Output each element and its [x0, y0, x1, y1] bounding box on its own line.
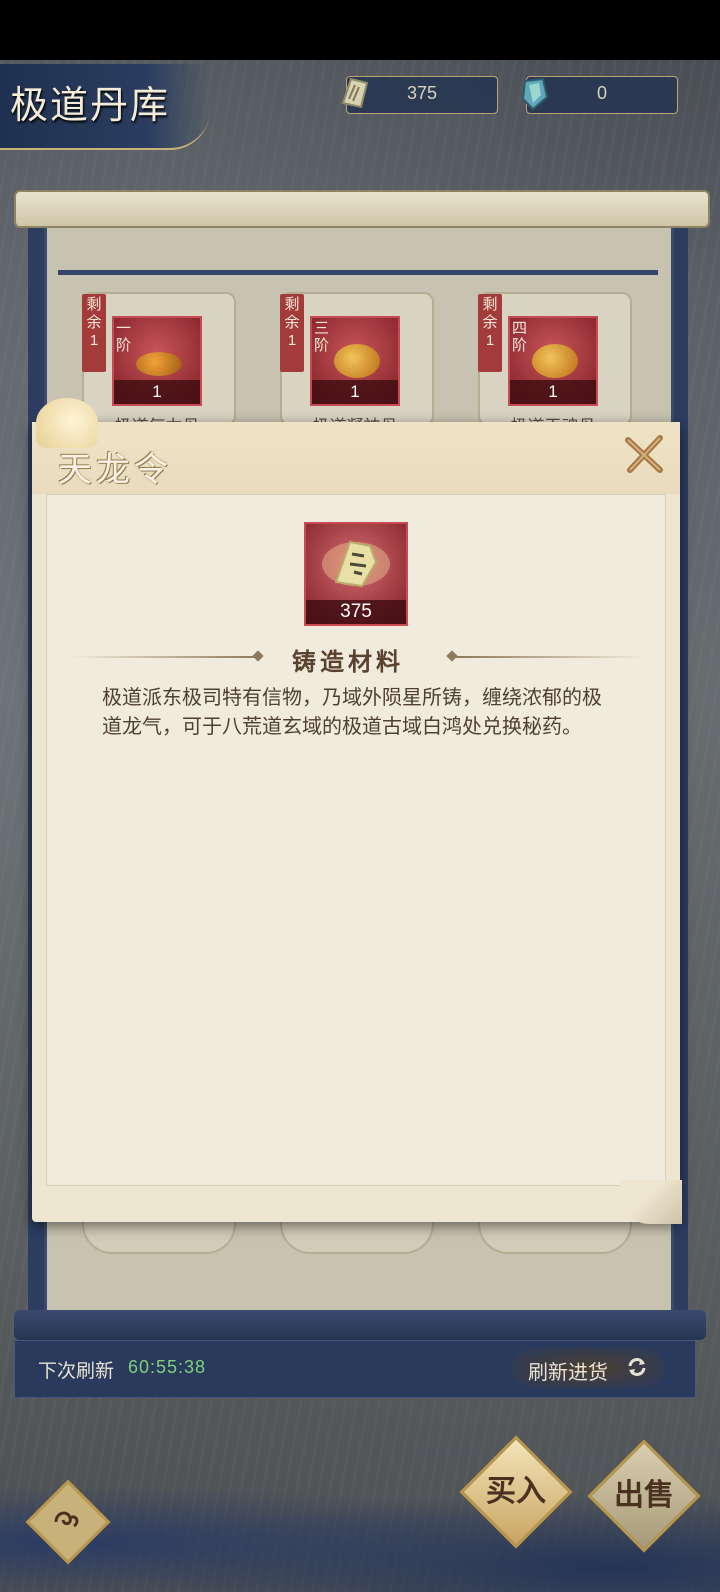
- popup-title: 天龙令: [58, 450, 172, 490]
- shop-item-icon-1[interactable]: 一阶 1: [112, 316, 202, 406]
- currency-gem-value: 0: [596, 83, 607, 103]
- refresh-stock-label: 刷新进货: [528, 1362, 608, 1384]
- shop-item-icon-3[interactable]: 四阶 1: [508, 316, 598, 406]
- cloud-ornament-icon: [36, 398, 98, 448]
- item-tier-3: 四阶: [512, 320, 528, 354]
- detail-item-icon: 375: [304, 522, 408, 626]
- item-tier-1: 一阶: [116, 320, 132, 354]
- scroll-top-roller: [14, 190, 710, 228]
- divider-right: [456, 656, 646, 658]
- currency-token-display: 375: [341, 76, 498, 114]
- refresh-icon: [628, 1358, 646, 1376]
- scroll-bottom-roller: [14, 1310, 706, 1340]
- item-tier-2: 三阶: [314, 320, 330, 354]
- currency-gem-display: 0: [521, 76, 678, 114]
- sell-button-label: 出售: [614, 1478, 674, 1513]
- item-category: 铸造材料: [292, 647, 404, 676]
- game-screen: 极道丹库 375 0 剩余1 一阶 1 极道气力丹 剩余1 三阶 1 极道凝神丹: [0, 0, 720, 1592]
- dragon-token-icon: [322, 540, 390, 588]
- pill-icon: [532, 344, 578, 378]
- item-count-1: 1: [114, 380, 200, 404]
- currency-token-value: 375: [406, 83, 438, 103]
- shop-item-icon-2[interactable]: 三阶 1: [310, 316, 400, 406]
- item-count-3: 1: [510, 380, 596, 404]
- next-refresh-timer: 60:55:38: [128, 1357, 207, 1377]
- page-title: 极道丹库: [10, 83, 171, 127]
- buy-button-label: 买入: [486, 1474, 546, 1509]
- item-count-2: 1: [312, 380, 398, 404]
- cloud-swirl-icon: [54, 1511, 79, 1528]
- close-icon[interactable]: [622, 432, 666, 476]
- remaining-badge-2: 剩余 1: [280, 294, 304, 372]
- detail-item-count: 375: [306, 600, 406, 624]
- remaining-badge-1: 剩余 1: [82, 294, 106, 372]
- shelf-stripe: [58, 270, 658, 275]
- pill-icon: [334, 344, 380, 378]
- pill-icon: [136, 352, 182, 376]
- next-refresh-label: 下次刷新: [38, 1361, 115, 1382]
- divider-left: [70, 656, 260, 658]
- item-description: 极道派东极司特有信物，乃域外陨星所铸，缠绕浓郁的极道龙气，可于八荒道玄域的极道古…: [102, 687, 602, 738]
- remaining-badge-3: 剩余 1: [478, 294, 502, 372]
